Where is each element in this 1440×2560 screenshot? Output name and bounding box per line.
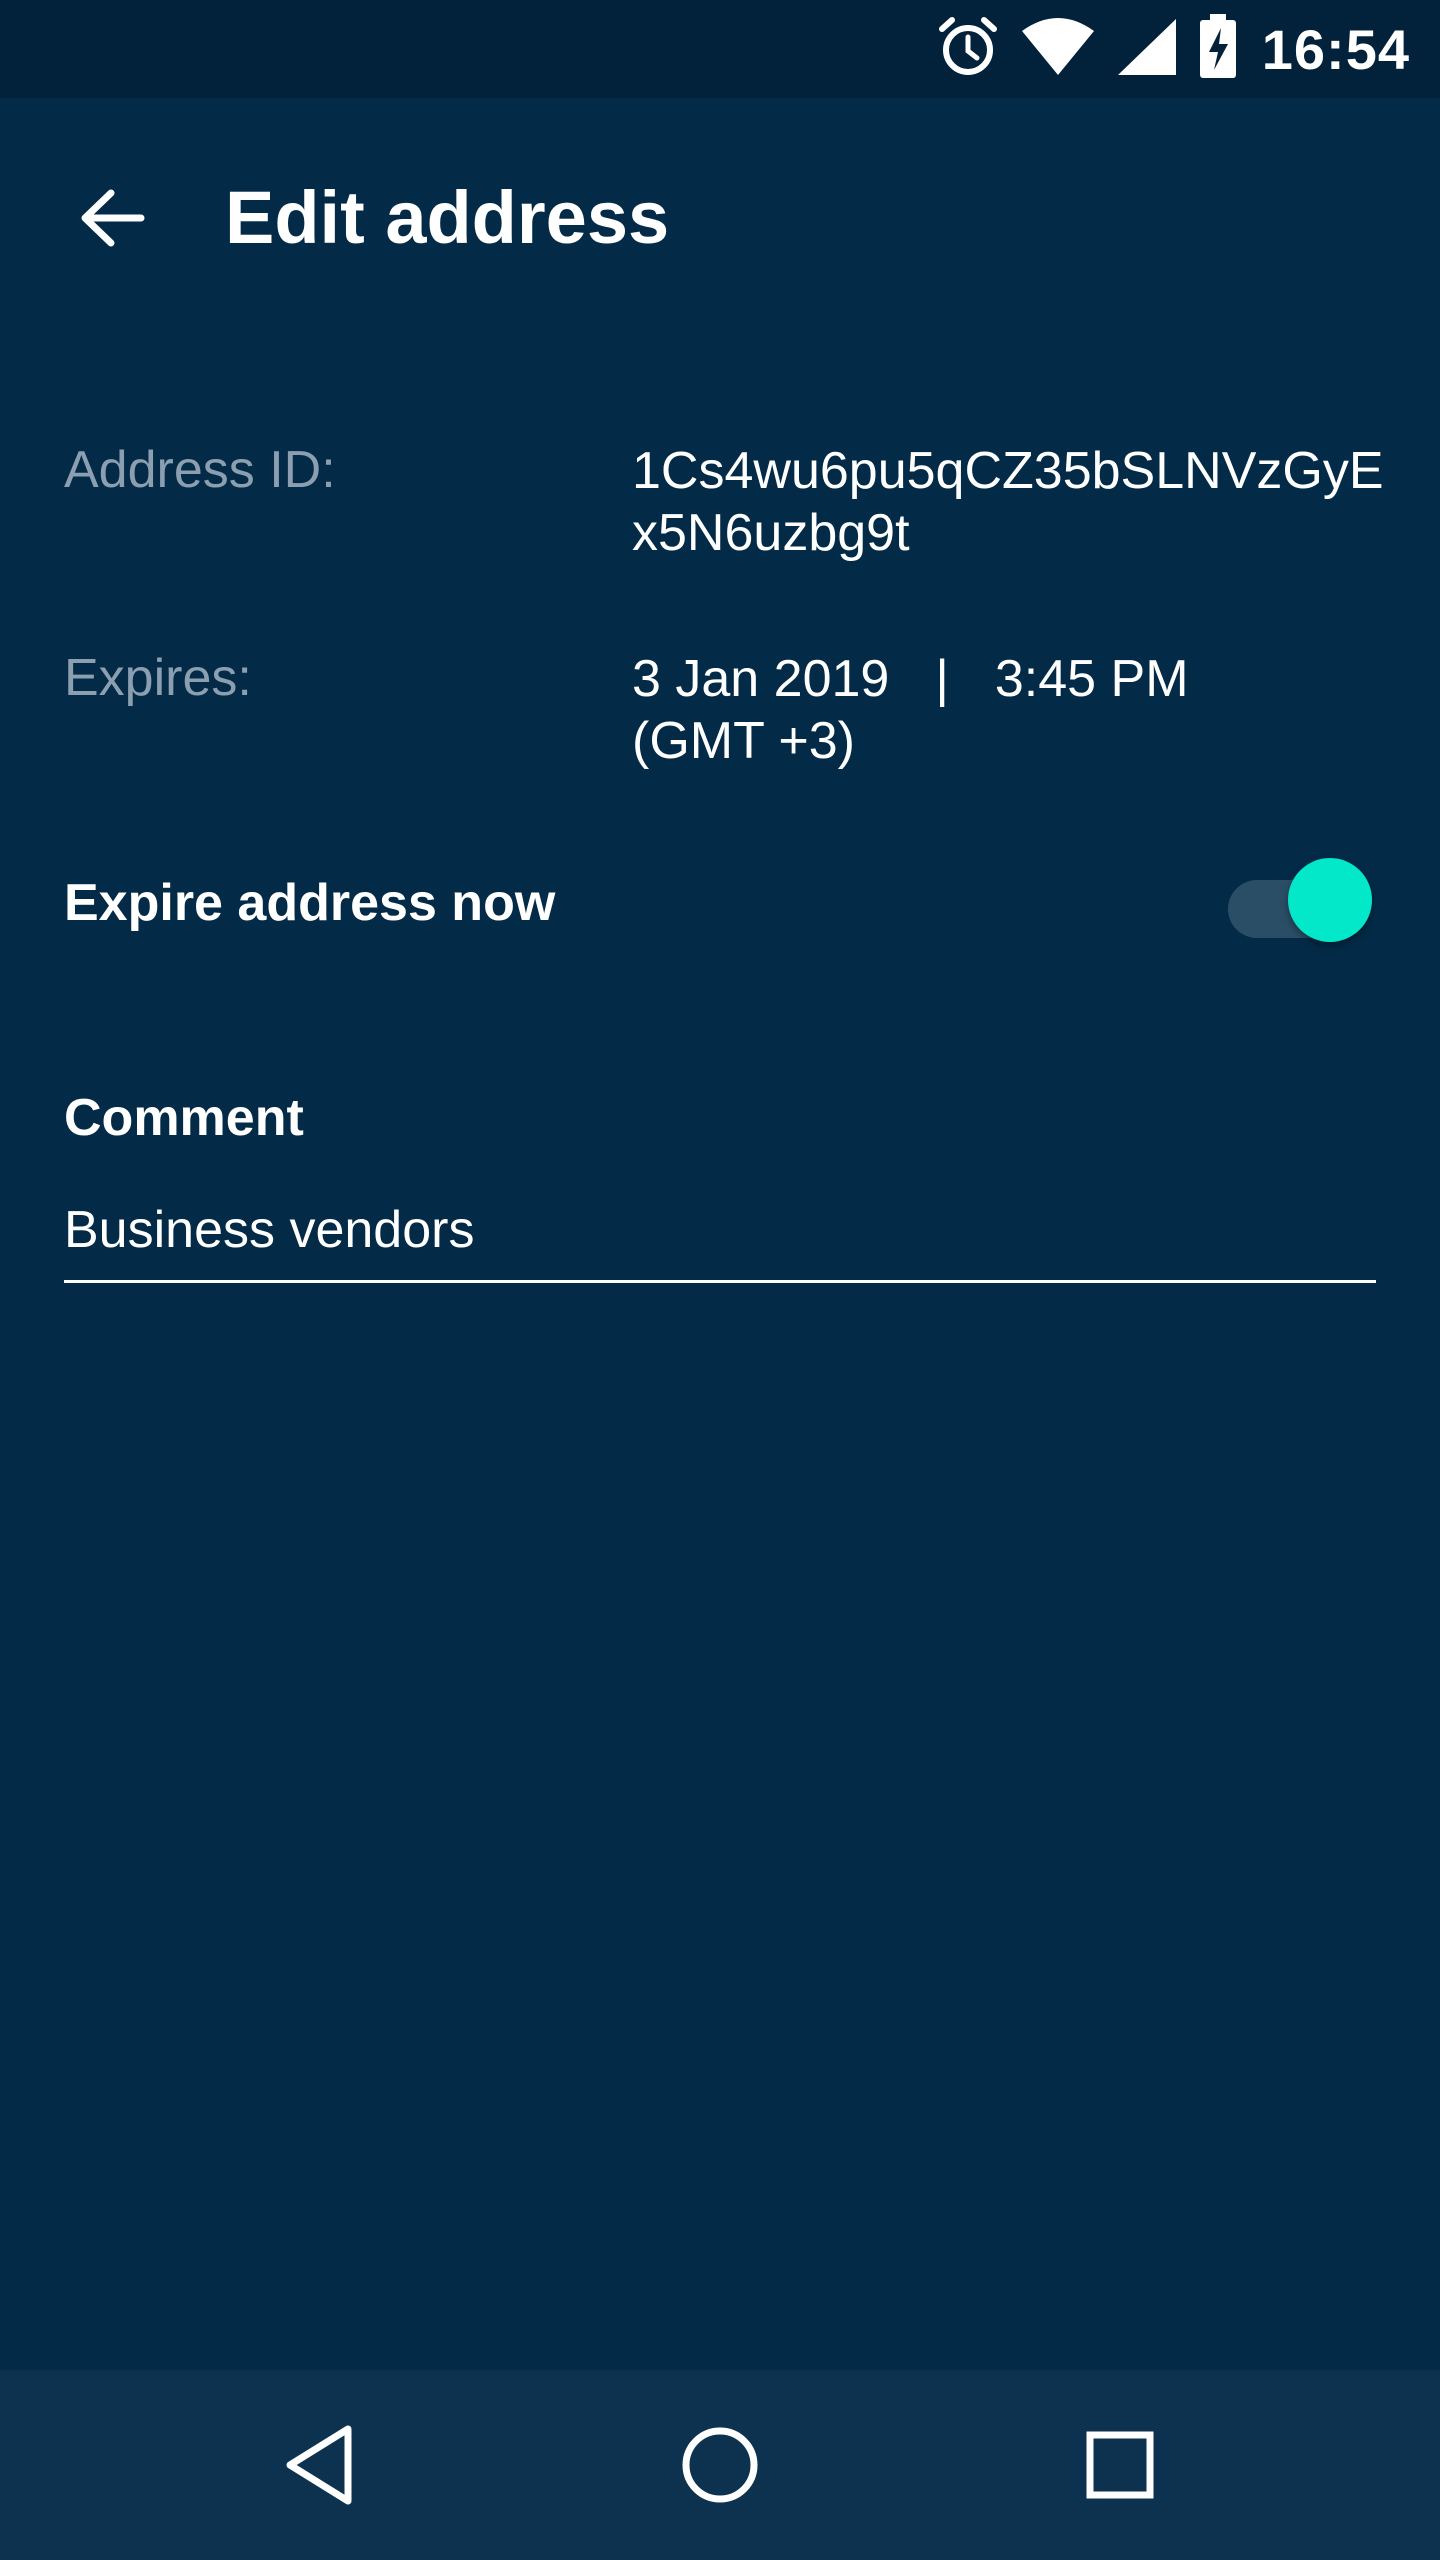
address-id-value: 1Cs4wu6pu5qCZ35bSLNVzGyEx5N6uzbg9t bbox=[632, 442, 1384, 562]
expire-now-toggle[interactable] bbox=[1228, 858, 1372, 944]
navigation-bar bbox=[0, 2370, 1440, 2560]
status-time: 16:54 bbox=[1261, 17, 1410, 81]
expires-date: 3 Jan 2019 bbox=[632, 650, 890, 708]
expires-separator: | bbox=[935, 650, 949, 708]
comment-input[interactable] bbox=[64, 1180, 1376, 1283]
nav-back-icon bbox=[286, 2425, 352, 2505]
expires-label: Expires: bbox=[64, 649, 252, 707]
comment-label: Comment bbox=[64, 1089, 304, 1147]
nav-recent-icon bbox=[1086, 2431, 1154, 2499]
back-button[interactable] bbox=[62, 168, 162, 268]
nav-recent-button[interactable] bbox=[1070, 2415, 1170, 2515]
expires-time: 3:45 PM bbox=[994, 650, 1189, 708]
expires-value: 3 Jan 2019 | 3:45 PM (GMT +3) bbox=[632, 648, 1392, 772]
expires-timezone: (GMT +3) bbox=[632, 712, 855, 770]
battery-charging-icon bbox=[1198, 13, 1238, 85]
nav-home-icon bbox=[682, 2427, 758, 2503]
expire-now-label: Expire address now bbox=[64, 874, 556, 932]
app-bar: Edit address bbox=[0, 98, 1440, 328]
nav-back-button[interactable] bbox=[272, 2415, 372, 2515]
status-icons: 16:54 bbox=[916, 0, 1410, 98]
page-title: Edit address bbox=[225, 176, 670, 259]
alarm-icon bbox=[936, 15, 1000, 84]
status-bar: 16:54 bbox=[0, 0, 1440, 98]
address-id-label: Address ID: bbox=[64, 441, 336, 499]
wifi-icon bbox=[1020, 17, 1096, 82]
signal-icon bbox=[1116, 17, 1178, 82]
nav-home-button[interactable] bbox=[670, 2415, 770, 2515]
arrow-back-icon bbox=[81, 189, 145, 247]
toggle-thumb bbox=[1288, 858, 1372, 942]
